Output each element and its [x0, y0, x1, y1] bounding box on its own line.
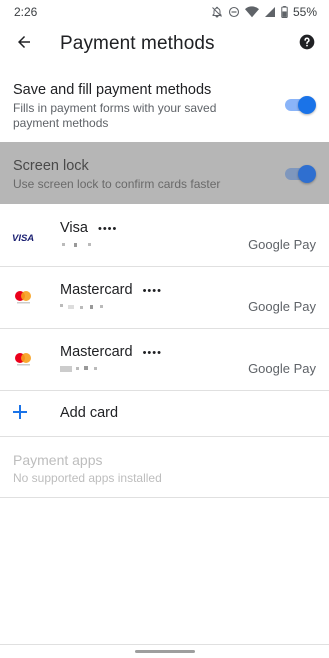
gesture-nav-handle[interactable]	[135, 650, 195, 653]
page-title: Payment methods	[60, 33, 215, 54]
add-card-label: Add card	[60, 405, 119, 421]
status-bar: 2:26 55%	[0, 0, 329, 24]
battery-icon	[281, 6, 288, 18]
arrow-back-icon	[15, 33, 33, 56]
app-bar: Payment methods	[0, 24, 329, 64]
save-fill-title: Save and fill payment methods	[13, 82, 212, 98]
save-fill-toggle[interactable]	[285, 95, 316, 115]
cellular-icon	[264, 6, 276, 18]
visa-logo: VISA	[12, 229, 36, 245]
back-button[interactable]	[2, 24, 46, 64]
add-card-button[interactable]: Add card	[0, 392, 329, 436]
toggle-thumb	[298, 165, 316, 183]
card-provider: Google Pay	[248, 299, 316, 314]
divider	[0, 390, 329, 391]
status-icons: 55%	[211, 5, 317, 19]
payment-apps-title: Payment apps	[13, 452, 103, 468]
card-item-mastercard[interactable]: Mastercard •••• Google Pay	[0, 267, 329, 328]
screen-lock-title: Screen lock	[13, 158, 89, 174]
card-number-masked: ••••	[97, 223, 118, 235]
notifications-off-icon	[211, 6, 223, 18]
payment-apps-section: Payment apps No supported apps installed	[13, 452, 162, 485]
divider	[0, 497, 329, 498]
payment-apps-subtitle: No supported apps installed	[13, 471, 162, 485]
plus-icon	[12, 404, 28, 420]
card-expiry-masked	[62, 243, 91, 247]
status-time: 2:26	[14, 5, 38, 19]
mastercard-logo	[12, 289, 36, 305]
save-fill-setting[interactable]: Save and fill payment methods Fills in p…	[0, 74, 329, 142]
card-item-mastercard[interactable]: Mastercard •••• Google Pay	[0, 329, 329, 390]
screen-lock-subtitle: Use screen lock to confirm cards faster	[13, 177, 221, 191]
do-not-disturb-icon	[228, 6, 240, 18]
card-provider: Google Pay	[248, 237, 316, 252]
nav-bar-divider	[0, 644, 329, 645]
svg-text:VISA: VISA	[12, 233, 34, 244]
screen-lock-setting[interactable]: Screen lock Use screen lock to confirm c…	[0, 142, 329, 204]
divider	[0, 436, 329, 437]
mastercard-logo	[12, 351, 36, 367]
card-expiry-masked	[60, 366, 97, 372]
card-brand: Mastercard ••••	[60, 344, 162, 360]
card-item-visa[interactable]: VISA Visa •••• Google Pay	[0, 205, 329, 266]
screen-lock-toggle[interactable]	[285, 164, 316, 184]
toggle-thumb	[298, 96, 316, 114]
card-number-masked: ••••	[142, 347, 162, 359]
card-brand: Visa ••••	[60, 220, 118, 236]
card-brand: Mastercard ••••	[60, 282, 162, 298]
help-icon	[299, 34, 315, 55]
battery-percent: 55%	[292, 5, 317, 19]
wifi-icon	[244, 6, 259, 18]
card-provider: Google Pay	[248, 361, 316, 376]
card-expiry-masked	[60, 304, 103, 309]
card-number-masked: ••••	[142, 285, 162, 297]
help-button[interactable]	[287, 24, 327, 64]
save-fill-subtitle: Fills in payment forms with your saved p…	[13, 101, 217, 130]
